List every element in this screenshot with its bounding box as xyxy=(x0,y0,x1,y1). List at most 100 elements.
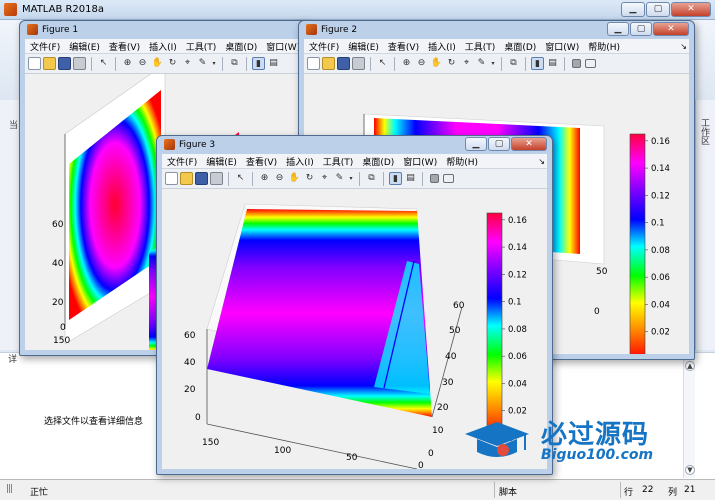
menu-desktop[interactable]: 桌面(D) xyxy=(501,40,539,53)
close-button[interactable]: ✕ xyxy=(511,137,547,151)
save-icon[interactable] xyxy=(58,57,71,70)
menu-window[interactable]: 窗口(W) xyxy=(400,155,440,168)
zoom-in-icon[interactable]: ⊕ xyxy=(121,57,134,70)
colorbar xyxy=(486,212,503,439)
colorbar-tick-label: 0.04 xyxy=(651,300,670,310)
menu-help[interactable]: 帮助(H) xyxy=(585,40,623,53)
zoom-out-icon[interactable]: ⊖ xyxy=(415,57,428,70)
close-button[interactable]: ✕ xyxy=(653,22,689,36)
scroll-down-icon[interactable]: ▼ xyxy=(685,465,695,475)
menu-view[interactable]: 查看(V) xyxy=(385,40,422,53)
open-file-icon[interactable] xyxy=(322,57,335,70)
figure-icon xyxy=(306,24,317,35)
print-icon[interactable] xyxy=(210,172,223,185)
rotate-icon[interactable]: ↻ xyxy=(445,57,458,70)
menu-window[interactable]: 窗口(W) xyxy=(542,40,582,53)
data-cursor-icon[interactable]: ⌖ xyxy=(318,172,331,185)
new-figure-icon[interactable] xyxy=(165,172,178,185)
new-figure-icon[interactable] xyxy=(28,57,41,70)
menu-desktop[interactable]: 桌面(D) xyxy=(359,155,397,168)
maximize-button[interactable]: ▢ xyxy=(630,22,652,36)
colorbar-tick-label: 0.06 xyxy=(651,273,670,283)
link-icon[interactable]: ⧉ xyxy=(228,57,241,70)
scroll-up-icon[interactable]: ▲ xyxy=(685,361,695,371)
link-icon[interactable]: ⧉ xyxy=(507,57,520,70)
pan-icon[interactable]: ✋ xyxy=(430,57,443,70)
minimize-button[interactable]: ▁ xyxy=(621,2,645,17)
menu-edit[interactable]: 编辑(E) xyxy=(66,40,103,53)
pointer-icon[interactable]: ↖ xyxy=(376,57,389,70)
menu-tools[interactable]: 工具(T) xyxy=(183,40,220,53)
pan-icon[interactable]: ✋ xyxy=(288,172,301,185)
pan-icon[interactable]: ✋ xyxy=(151,57,164,70)
menu-view[interactable]: 查看(V) xyxy=(106,40,143,53)
details-scrollbar[interactable]: ▲ ▼ xyxy=(683,360,695,478)
menu-file[interactable]: 文件(F) xyxy=(164,155,200,168)
data-cursor-icon[interactable]: ⌖ xyxy=(460,57,473,70)
menu-help[interactable]: 帮助(H) xyxy=(443,155,481,168)
new-figure-icon[interactable] xyxy=(307,57,320,70)
figure-2-toolbar: ↖ ⊕ ⊖ ✋ ↻ ⌖ ✎ ▾ ⧉ ▮ ▤ xyxy=(304,54,689,74)
zoom-out-icon[interactable]: ⊖ xyxy=(136,57,149,70)
brush-icon[interactable]: ✎ xyxy=(196,57,209,70)
figure-3-menubar: 文件(F) 编辑(E) 查看(V) 插入(I) 工具(T) 桌面(D) 窗口(W… xyxy=(162,154,547,169)
menu-tools[interactable]: 工具(T) xyxy=(320,155,357,168)
menu-insert[interactable]: 插入(I) xyxy=(146,40,180,53)
menu-edit[interactable]: 编辑(E) xyxy=(203,155,240,168)
close-button[interactable]: ✕ xyxy=(671,2,711,17)
menu-file[interactable]: 文件(F) xyxy=(306,40,342,53)
hide-plot-tools-icon[interactable] xyxy=(430,174,439,183)
hide-plot-tools-icon[interactable] xyxy=(572,59,581,68)
zoom-in-icon[interactable]: ⊕ xyxy=(258,172,271,185)
link-icon[interactable]: ⧉ xyxy=(365,172,378,185)
z-tick-60: 60 xyxy=(52,220,64,230)
menu-view[interactable]: 查看(V) xyxy=(243,155,280,168)
maximize-button[interactable]: ▢ xyxy=(488,137,510,151)
figure-3-window-controls: ▁ ▢ ✕ xyxy=(465,137,547,151)
menu-file[interactable]: 文件(F) xyxy=(27,40,63,53)
brush-dropdown-icon[interactable]: ▾ xyxy=(490,57,496,70)
figure-1-titlebar[interactable]: Figure 1 xyxy=(25,21,303,39)
colorbar-icon[interactable]: ▮ xyxy=(389,172,402,185)
menu-insert[interactable]: 插入(I) xyxy=(425,40,459,53)
colorbar-icon[interactable]: ▮ xyxy=(531,57,544,70)
graduation-cap-icon xyxy=(465,422,529,457)
brush-dropdown-icon[interactable]: ▾ xyxy=(211,57,217,70)
legend-icon[interactable]: ▤ xyxy=(267,57,280,70)
print-icon[interactable] xyxy=(352,57,365,70)
save-icon[interactable] xyxy=(337,57,350,70)
figure-2-titlebar[interactable]: Figure 2 ▁ ▢ ✕ xyxy=(304,21,689,39)
menu-insert[interactable]: 插入(I) xyxy=(283,155,317,168)
print-icon[interactable] xyxy=(73,57,86,70)
dock-figure-icon[interactable]: ↘ xyxy=(680,42,689,51)
minimize-button[interactable]: ▁ xyxy=(465,137,487,151)
show-plot-tools-icon[interactable] xyxy=(585,59,596,68)
open-file-icon[interactable] xyxy=(180,172,193,185)
save-icon[interactable] xyxy=(195,172,208,185)
maximize-button[interactable]: ▢ xyxy=(646,2,670,17)
brush-dropdown-icon[interactable]: ▾ xyxy=(348,172,354,185)
rotate-icon[interactable]: ↻ xyxy=(166,57,179,70)
figure-3-titlebar[interactable]: Figure 3 ▁ ▢ ✕ xyxy=(162,136,547,154)
legend-icon[interactable]: ▤ xyxy=(404,172,417,185)
menu-desktop[interactable]: 桌面(D) xyxy=(222,40,260,53)
brush-icon[interactable]: ✎ xyxy=(333,172,346,185)
y-tick-30: 30 xyxy=(442,378,454,388)
legend-icon[interactable]: ▤ xyxy=(546,57,559,70)
zoom-in-icon[interactable]: ⊕ xyxy=(400,57,413,70)
zoom-out-icon[interactable]: ⊖ xyxy=(273,172,286,185)
brush-icon[interactable]: ✎ xyxy=(475,57,488,70)
pointer-icon[interactable]: ↖ xyxy=(97,57,110,70)
y-tick-40: 40 xyxy=(445,352,457,362)
show-plot-tools-icon[interactable] xyxy=(443,174,454,183)
rotate-icon[interactable]: ↻ xyxy=(303,172,316,185)
colorbar-icon[interactable]: ▮ xyxy=(252,57,265,70)
dock-figure-icon[interactable]: ↘ xyxy=(538,157,547,166)
open-file-icon[interactable] xyxy=(43,57,56,70)
menu-tools[interactable]: 工具(T) xyxy=(462,40,499,53)
data-cursor-icon[interactable]: ⌖ xyxy=(181,57,194,70)
workspace-label[interactable]: 工作区 xyxy=(698,118,711,145)
pointer-icon[interactable]: ↖ xyxy=(234,172,247,185)
menu-edit[interactable]: 编辑(E) xyxy=(345,40,382,53)
minimize-button[interactable]: ▁ xyxy=(607,22,629,36)
